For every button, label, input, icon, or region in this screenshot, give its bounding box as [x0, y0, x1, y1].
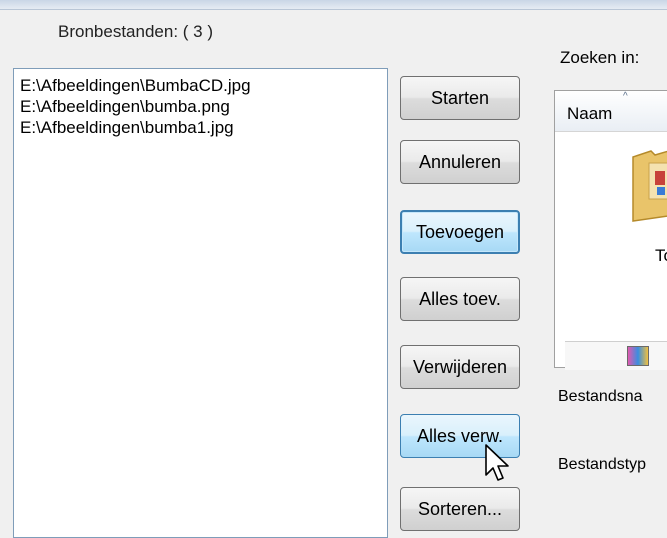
- file-type-label: Bestandstyp: [558, 456, 647, 473]
- sort-button[interactable]: Sorteren...: [400, 487, 520, 531]
- mouse-pointer-icon: [485, 444, 509, 481]
- image-file-icon[interactable]: [627, 346, 649, 366]
- cancel-button[interactable]: Annuleren: [400, 140, 520, 184]
- column-name-label: Naam: [567, 104, 613, 123]
- folder-label: To: [655, 246, 667, 265]
- source-files-label: Bronbestanden: ( 3 ): [58, 22, 213, 41]
- list-item[interactable]: E:\Afbeeldingen\bumba1.jpg: [20, 117, 387, 138]
- list-item[interactable]: E:\Afbeeldingen\BumbaCD.jpg: [20, 75, 387, 96]
- file-name-label: Bestandsna: [558, 388, 643, 405]
- remove-button[interactable]: Verwijderen: [400, 345, 520, 389]
- file-browser-view[interactable]: Naam ^ To: [554, 90, 667, 370]
- column-header-name[interactable]: Naam ^: [555, 91, 667, 132]
- view-strip: [565, 341, 667, 370]
- add-all-button[interactable]: Alles toev.: [400, 277, 520, 321]
- file-browser-pane: Zoeken in: Naam ^ To Bestandsna Bestands…: [530, 0, 667, 533]
- list-item[interactable]: E:\Afbeeldingen\bumba.png: [20, 96, 387, 117]
- folder-icon[interactable]: [631, 143, 667, 223]
- start-button[interactable]: Starten: [400, 76, 520, 120]
- source-files-list[interactable]: E:\Afbeeldingen\BumbaCD.jpg E:\Afbeeldin…: [13, 68, 388, 538]
- add-button[interactable]: Toevoegen: [400, 210, 520, 254]
- look-in-label: Zoeken in:: [560, 48, 640, 67]
- sort-ascending-icon: ^: [623, 91, 628, 102]
